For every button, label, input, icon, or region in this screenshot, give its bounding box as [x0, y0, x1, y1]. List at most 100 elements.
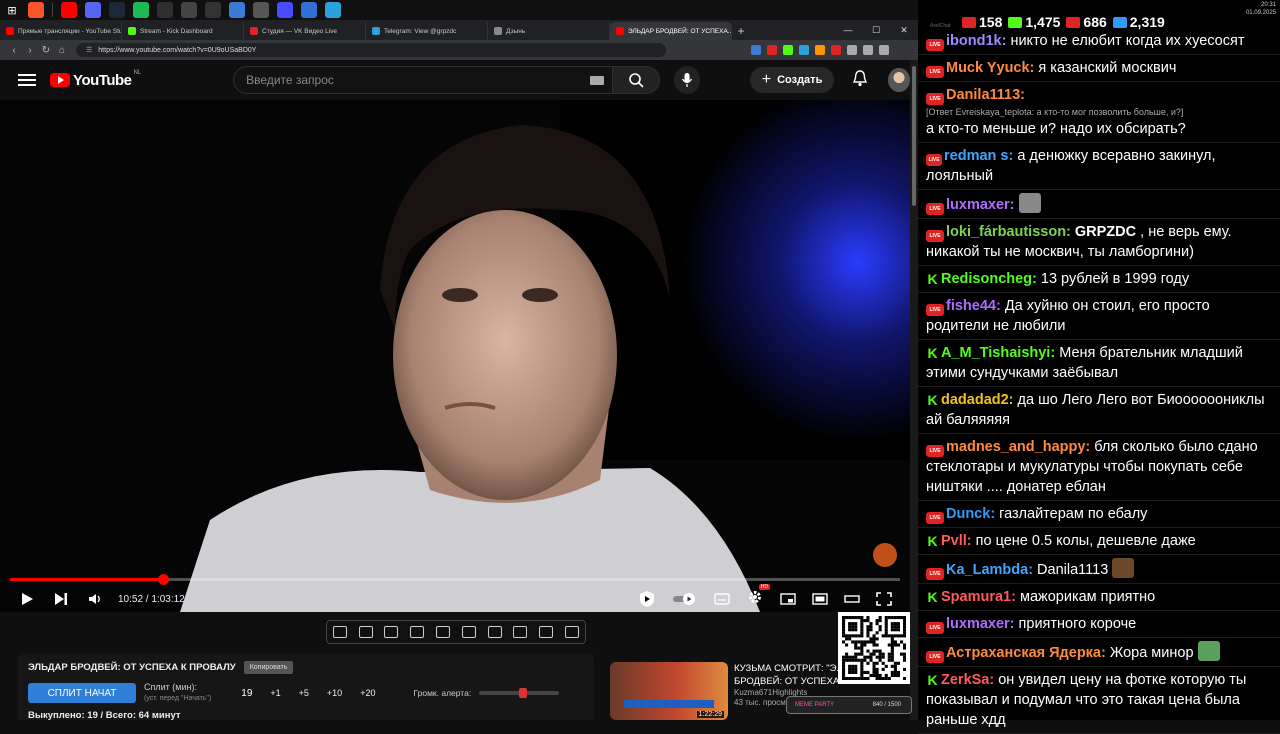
player-icon[interactable]	[277, 2, 293, 18]
autoplay-toggle[interactable]	[672, 592, 698, 606]
obs-icon[interactable]	[157, 2, 173, 18]
theater-mode-icon[interactable]	[812, 593, 828, 605]
chat-username[interactable]: redman s:	[944, 148, 1013, 164]
url-field[interactable]: ☰ https://www.youtube.com/watch?v=0U9oUS…	[76, 43, 666, 57]
account-avatar[interactable]	[888, 68, 910, 92]
chat-username[interactable]: Астраханская Ядерка:	[946, 645, 1106, 661]
sponsor-shield-icon[interactable]	[638, 590, 656, 608]
window-close-button[interactable]: ✕	[890, 25, 918, 36]
miniplayer-icon[interactable]	[780, 593, 796, 605]
browser-extension-icon[interactable]	[783, 45, 793, 55]
subtitles-icon[interactable]	[714, 593, 730, 605]
settings-button[interactable]: HD	[746, 583, 770, 611]
home-icon[interactable]: ⌂	[54, 45, 70, 56]
video-player[interactable]: 10:52 / 1:03:12 HD	[0, 100, 910, 612]
browser-extension-icon[interactable]	[831, 45, 841, 55]
steam-icon[interactable]	[109, 2, 125, 18]
chat-username[interactable]: Pvll:	[941, 533, 972, 549]
new-tab-button[interactable]: +	[732, 22, 750, 40]
speed-icon[interactable]	[487, 626, 502, 638]
chat-username[interactable]: loki_fárbautisson:	[946, 224, 1071, 240]
browser-tab[interactable]: Прямые трансляции - YouTube Studio	[0, 22, 122, 40]
search-input[interactable]: Введите запрос	[233, 66, 614, 94]
voice-search-button[interactable]	[674, 66, 700, 94]
search-button[interactable]	[613, 66, 661, 94]
chat-username[interactable]: A_M_Tishaishyi:	[941, 345, 1055, 361]
media-icon[interactable]	[181, 2, 197, 18]
split-minutes-input[interactable]: 19	[241, 688, 252, 699]
page-scrollbar[interactable]	[910, 60, 918, 720]
tools-gear-icon[interactable]	[565, 626, 580, 638]
browser-tab[interactable]: Дзынь	[488, 22, 610, 40]
chat-username[interactable]: dadadad2:	[941, 392, 1014, 408]
brave-icon[interactable]	[28, 2, 44, 18]
browser-extension-icon[interactable]	[815, 45, 825, 55]
play-icon[interactable]	[20, 592, 34, 606]
site-info-icon[interactable]: ☰	[86, 46, 92, 54]
increment-5-button[interactable]: +5	[299, 688, 309, 698]
discord-icon[interactable]	[85, 2, 101, 18]
chat-username[interactable]: Muck Yyuck:	[946, 60, 1034, 76]
window-maximize-button[interactable]: ☐	[862, 25, 890, 36]
progress-bar[interactable]	[10, 574, 900, 585]
browser-extension-icon[interactable]	[879, 45, 889, 55]
browser-tab[interactable]: Студия — VK Видео Live	[244, 22, 366, 40]
youtube-icon[interactable]	[61, 2, 77, 18]
mail-icon[interactable]	[301, 2, 317, 18]
chat-username[interactable]: madnes_and_happy:	[946, 439, 1090, 455]
chat-username[interactable]: Spamura1:	[941, 589, 1016, 605]
notifications-bell-icon[interactable]	[852, 69, 868, 92]
browser-extension-icon[interactable]	[799, 45, 809, 55]
window-minimize-button[interactable]: —	[834, 25, 862, 35]
chat-username[interactable]: luxmaxer:	[946, 197, 1015, 213]
split-start-button[interactable]: СПЛИТ НАЧАТ	[28, 683, 136, 703]
increment-1-button[interactable]: +1	[270, 688, 280, 698]
chat-username[interactable]: Dunck:	[946, 506, 995, 522]
recommended-thumbnail[interactable]: 1:22:29	[610, 662, 728, 720]
browser-extension-icon[interactable]	[767, 45, 777, 55]
resize-icon[interactable]	[436, 626, 451, 638]
hamburger-menu-icon[interactable]	[18, 74, 37, 86]
chat-username[interactable]: Redisoncheg:	[941, 271, 1037, 287]
chat-username[interactable]: ZerkSa:	[941, 672, 994, 688]
progress-scrubber[interactable]	[158, 574, 170, 585]
chat-username[interactable]: fishe44:	[946, 298, 1001, 314]
alert-volume-handle[interactable]	[519, 688, 528, 698]
alert-volume-slider[interactable]	[479, 688, 560, 698]
telegram-icon[interactable]	[325, 2, 341, 18]
browser-extension-icon[interactable]	[863, 45, 873, 55]
increment-10-button[interactable]: +10	[327, 688, 342, 698]
forward-icon[interactable]: ›	[22, 45, 38, 56]
copy-button[interactable]: Копировать	[243, 661, 294, 674]
app-icon[interactable]	[229, 2, 245, 18]
wide-mode-icon[interactable]	[844, 593, 860, 605]
chat-username[interactable]: ibond1k:	[946, 33, 1006, 49]
fullscreen-icon[interactable]	[876, 592, 892, 606]
reload-icon[interactable]: ↻	[38, 45, 54, 56]
youtube-logo[interactable]: YouTube NL	[50, 70, 141, 89]
create-button[interactable]: + Создать	[749, 67, 835, 93]
screenshot-icon[interactable]	[384, 626, 399, 638]
browser-extension-icon[interactable]	[847, 45, 857, 55]
browser-tab[interactable]: Stream - Kick Dashboard	[122, 22, 244, 40]
browser-tab[interactable]: ЭЛЬДАР БРОДВЕЙ: ОТ УСПЕХА...✕	[610, 22, 732, 40]
loop-icon[interactable]	[332, 626, 347, 638]
spotify-icon[interactable]	[133, 2, 149, 18]
add-clip-icon[interactable]	[513, 626, 528, 638]
chat-username[interactable]: Ka_Lambda:	[946, 562, 1033, 578]
windows-start-icon[interactable]: ⊞	[0, 0, 24, 20]
camera-icon[interactable]	[539, 626, 554, 638]
frame-icon[interactable]	[461, 626, 476, 638]
chat-username[interactable]: luxmaxer:	[946, 616, 1015, 632]
close-app-icon[interactable]	[205, 2, 221, 18]
browser-tab[interactable]: Telegram: View @grpzdc	[366, 22, 488, 40]
next-video-icon[interactable]	[54, 592, 68, 606]
chat-username[interactable]: Danila1113:	[946, 87, 1025, 103]
film-icon[interactable]	[410, 626, 425, 638]
increment-20-button[interactable]: +20	[360, 688, 375, 698]
volume-icon[interactable]	[88, 592, 102, 606]
browser-extension-icon[interactable]	[751, 45, 761, 55]
back-icon[interactable]: ‹	[6, 45, 22, 56]
keyboard-icon[interactable]	[590, 75, 605, 85]
folder-icon[interactable]	[253, 2, 269, 18]
